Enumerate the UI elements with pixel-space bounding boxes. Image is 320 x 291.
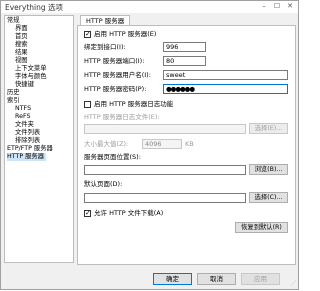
tree-item-home[interactable]: 首页 (15, 33, 28, 41)
tree-item-results[interactable]: 结果 (15, 49, 28, 57)
tree-item-file-lists[interactable]: 文件列表 (15, 129, 40, 137)
cancel-button[interactable]: 取消 (197, 273, 236, 285)
window-title: Everything 选项 (5, 3, 63, 12)
tree-item-ui[interactable]: 界面 (15, 25, 28, 33)
tree-item-history[interactable]: 历史 (7, 89, 20, 97)
tree-item-index[interactable]: 索引 (7, 97, 20, 105)
tree-item-ntfs[interactable]: NTFS (15, 105, 31, 113)
options-tree[interactable]: 常规 界面 首页 搜索 结果 视图 上下文菜单 字体与颜色 快捷键 历史 索引 … (4, 15, 74, 263)
minimize-icon[interactable]: – (258, 2, 270, 11)
page-location-input[interactable] (84, 165, 246, 175)
password-label: HTTP 服务器密码(P): (84, 85, 147, 93)
log-file-select-button[interactable]: 选择(E)... (249, 123, 288, 134)
tree-item-ftp-server[interactable]: ETP/FTP 服务器 (7, 145, 53, 153)
tree-item-refs[interactable]: ReFS (15, 113, 30, 121)
resize-grip-icon[interactable]: ⋰ (290, 280, 296, 287)
page-location-label: 服务器页面位置(S): (84, 153, 141, 161)
close-icon[interactable]: ✕ (284, 2, 296, 11)
username-label: HTTP 服务器用户名(I): (84, 71, 151, 79)
enable-log-label: 启用 HTTP 服务器日志功能 (94, 100, 174, 108)
allow-download-label: 允许 HTTP 文件下载(A) (94, 209, 164, 217)
username-input[interactable]: sweet (163, 70, 288, 80)
log-file-label: HTTP 服务器日志文件(E): (84, 113, 160, 121)
log-file-input[interactable] (84, 124, 246, 134)
bind-interface-label: 绑定到接口(I): (84, 43, 126, 51)
tree-item-general[interactable]: 常规 (7, 17, 20, 25)
http-settings-body: 启用 HTTP 服务器(E) 绑定到接口(I): 996 HTTP 服务器端口(… (77, 25, 296, 265)
enable-http-label: 启用 HTTP 服务器(E) (94, 30, 157, 38)
default-page-label: 默认页面(D): (84, 180, 123, 188)
log-size-unit: KB (185, 140, 194, 148)
maximize-icon[interactable]: ☐ (271, 2, 283, 11)
ok-button[interactable]: 确定 (153, 273, 192, 285)
default-page-input[interactable] (84, 193, 246, 203)
tree-item-folders[interactable]: 文件夹 (15, 121, 34, 129)
allow-download-checkbox[interactable] (84, 209, 91, 217)
log-size-label: 大小最大值(Z): (84, 140, 129, 148)
tree-item-view[interactable]: 视图 (15, 57, 28, 65)
settings-panel: HTTP 服务器 启用 HTTP 服务器(E) 绑定到接口(I): 996 HT… (77, 15, 296, 265)
page-location-browse-button[interactable]: 浏览(B)... (249, 164, 288, 175)
password-input[interactable]: ●●●●●● (163, 84, 288, 94)
tree-item-search[interactable]: 搜索 (15, 41, 28, 49)
port-label: HTTP 服务器端口(I): (84, 57, 145, 65)
log-size-input[interactable]: 4096 (142, 139, 182, 149)
bind-interface-input[interactable]: 996 (163, 42, 206, 52)
apply-button[interactable]: 应用 (241, 273, 280, 285)
tree-item-http-server[interactable]: HTTP 服务器 (7, 153, 47, 161)
enable-http-checkbox[interactable] (84, 30, 91, 38)
tree-item-shortcuts[interactable]: 快捷键 (15, 81, 34, 89)
enable-log-checkbox[interactable] (84, 101, 91, 108)
tree-item-exclude-list[interactable]: 排除列表 (15, 137, 40, 145)
options-window: Everything 选项 – ☐ ✕ 常规 界面 首页 搜索 结果 视图 上下… (0, 0, 299, 290)
default-page-select-button[interactable]: 选择(C)... (249, 192, 288, 203)
port-input[interactable]: 80 (163, 56, 206, 66)
title-bar: Everything 选项 – ☐ ✕ (1, 1, 298, 13)
tree-item-context-menu[interactable]: 上下文菜单 (15, 65, 46, 73)
tree-item-fonts-colors[interactable]: 字体与颜色 (15, 73, 46, 81)
restore-default-button[interactable]: 恢复到默认(R) (235, 222, 288, 233)
